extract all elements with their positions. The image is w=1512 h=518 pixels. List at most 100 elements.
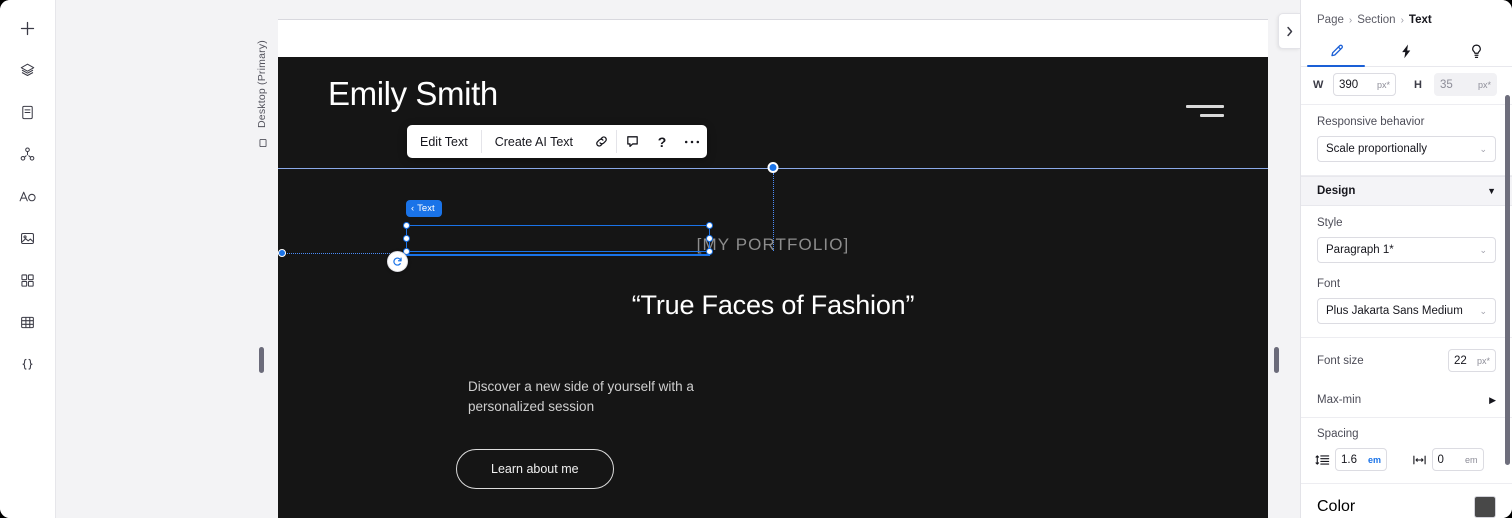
font-size-label: Font size (1317, 354, 1364, 367)
tab-interactions[interactable] (1371, 36, 1441, 66)
font-size-row: Font size 22 px* (1301, 338, 1512, 383)
letter-spacing-icon (1412, 453, 1427, 467)
panel-tabs (1301, 36, 1512, 67)
image-icon[interactable] (12, 222, 44, 254)
rotate-icon[interactable] (387, 251, 408, 272)
style-value: Paragraph 1* (1326, 244, 1394, 256)
lightbulb-icon (1472, 43, 1482, 58)
width-label: W (1313, 78, 1324, 91)
selection-tag-badge[interactable]: ‹ Text (406, 200, 442, 217)
tab-design[interactable] (1301, 36, 1371, 67)
max-min-label: Max-min (1317, 394, 1362, 406)
paintbrush-icon (1330, 44, 1343, 56)
letter-spacing-value: 0 (1437, 453, 1444, 466)
selection-baseline (406, 254, 710, 256)
line-height-input[interactable]: 1.6 em (1335, 448, 1387, 471)
height-unit: px* (1477, 79, 1491, 90)
style-select[interactable]: Paragraph 1* ⌄ (1317, 237, 1496, 263)
font-section: Font Plus Jakarta Sans Medium ⌄ (1301, 267, 1512, 338)
text-selection-box[interactable] (403, 222, 713, 255)
responsive-behavior-value: Scale proportionally (1326, 143, 1428, 155)
font-size-input[interactable]: 22 px* (1448, 349, 1496, 372)
editor-canvas[interactable]: Desktop (Primary) Emily Smith [MY PORTFO… (56, 0, 1300, 518)
site-brand-name[interactable]: Emily Smith (328, 75, 498, 113)
height-value: 35 (1440, 78, 1453, 91)
size-row: W 390 px* H 35 px* (1301, 67, 1512, 105)
site-map-icon[interactable] (12, 138, 44, 170)
caret-down-icon: ▼ (1487, 186, 1496, 196)
max-min-row[interactable]: Max-min ▶ (1301, 383, 1512, 418)
font-label: Font (1317, 278, 1341, 290)
breadcrumb-separator-2: › (1400, 14, 1404, 26)
design-section-header[interactable]: Design ▼ (1301, 176, 1512, 206)
spacing-section: Spacing 1.6 em 0 em (1301, 418, 1512, 484)
canvas-resize-handle-right[interactable] (1274, 347, 1279, 373)
color-row: Color (1301, 484, 1512, 518)
responsive-behavior-section: Responsive behavior Scale proportionally… (1301, 105, 1512, 176)
breadcrumb-item-section[interactable]: Section (1357, 14, 1395, 26)
more-icon[interactable] (677, 125, 707, 158)
resize-handle-middle-right[interactable] (706, 234, 713, 242)
width-input[interactable]: 390 px* (1333, 73, 1396, 96)
tab-insights[interactable] (1442, 36, 1512, 66)
font-value: Plus Jakarta Sans Medium (1326, 305, 1463, 317)
chevron-down-icon: ⌄ (1479, 143, 1487, 154)
letter-spacing-input[interactable]: 0 em (1431, 448, 1484, 471)
letter-spacing-unit: em (1464, 454, 1478, 465)
link-icon[interactable] (586, 125, 616, 158)
page-frame: Emily Smith [MY PORTFOLIO] ‹ Text “True … (278, 19, 1268, 518)
chevron-right-icon[interactable] (1278, 13, 1300, 49)
resize-handle-top-left[interactable] (403, 222, 410, 229)
tag-chevron-icon: ‹ (411, 203, 415, 214)
comment-icon[interactable] (617, 125, 647, 158)
responsive-behavior-label: Responsive behavior (1317, 116, 1425, 128)
tag-label: Text (417, 203, 435, 214)
font-select[interactable]: Plus Jakarta Sans Medium ⌄ (1317, 298, 1496, 324)
chevron-down-icon: ⌄ (1479, 305, 1487, 316)
add-icon[interactable] (12, 12, 44, 44)
breadcrumb-separator-1: › (1348, 14, 1353, 26)
device-label: Desktop (Primary) (253, 40, 271, 200)
breadcrumb-item-page[interactable]: Page (1317, 14, 1344, 26)
line-height-group: 1.6 em (1315, 448, 1402, 471)
hero-headline[interactable]: “True Faces of Fashion” (278, 290, 1268, 321)
style-section: Style Paragraph 1* ⌄ (1301, 206, 1512, 267)
resize-handle-top-right[interactable] (706, 222, 713, 229)
height-input[interactable]: 35 px* (1434, 73, 1497, 96)
spacing-label: Spacing (1317, 428, 1359, 440)
width-unit: px* (1376, 79, 1390, 90)
page-top-strip (278, 19, 1268, 57)
selection-anchor-dot[interactable] (767, 162, 779, 173)
apps-icon[interactable] (12, 264, 44, 296)
code-icon[interactable] (12, 348, 44, 380)
breadcrumb-item-text[interactable]: Text (1409, 14, 1432, 26)
font-size-unit: px* (1476, 355, 1490, 366)
height-label: H (1414, 78, 1422, 91)
table-icon[interactable] (12, 306, 44, 338)
responsive-behavior-select[interactable]: Scale proportionally ⌄ (1317, 136, 1496, 162)
help-icon[interactable]: ? (647, 125, 677, 158)
hamburger-icon[interactable] (1186, 105, 1224, 117)
canvas-resize-handle-left[interactable] (259, 347, 264, 373)
line-height-value: 1.6 (1341, 453, 1357, 466)
chevron-down-icon: ⌄ (1479, 244, 1487, 255)
design-section-title: Design (1317, 185, 1356, 197)
pages-icon[interactable] (12, 96, 44, 128)
desktop-icon (253, 138, 271, 148)
color-swatch[interactable] (1474, 496, 1496, 518)
letter-spacing-group: 0 em (1412, 448, 1499, 471)
text-icon[interactable] (12, 180, 44, 212)
device-label-text: Desktop (Primary) (256, 40, 268, 128)
panel-scrollbar[interactable] (1505, 95, 1510, 465)
line-height-unit: em (1367, 454, 1381, 465)
line-height-icon (1315, 453, 1330, 467)
learn-about-me-button[interactable]: Learn about me (456, 449, 614, 489)
layers-icon[interactable] (12, 54, 44, 86)
site-editor-window: Desktop (Primary) Emily Smith [MY PORTFO… (0, 0, 1512, 518)
font-size-value: 22 (1454, 354, 1467, 367)
width-value: 390 (1339, 78, 1359, 91)
edit-text-button[interactable]: Edit Text (407, 125, 481, 158)
hero-subcopy[interactable]: Discover a new side of yourself with a p… (468, 377, 728, 417)
create-ai-text-button[interactable]: Create AI Text (482, 125, 586, 158)
resize-handle-middle-left[interactable] (403, 234, 410, 242)
